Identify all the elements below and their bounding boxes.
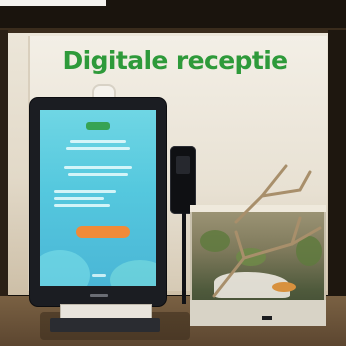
terrarium-branches	[212, 164, 322, 298]
branch	[260, 170, 312, 198]
branch	[234, 230, 246, 260]
branch	[212, 226, 322, 298]
photo-scene: Digitale receptie	[0, 0, 346, 346]
